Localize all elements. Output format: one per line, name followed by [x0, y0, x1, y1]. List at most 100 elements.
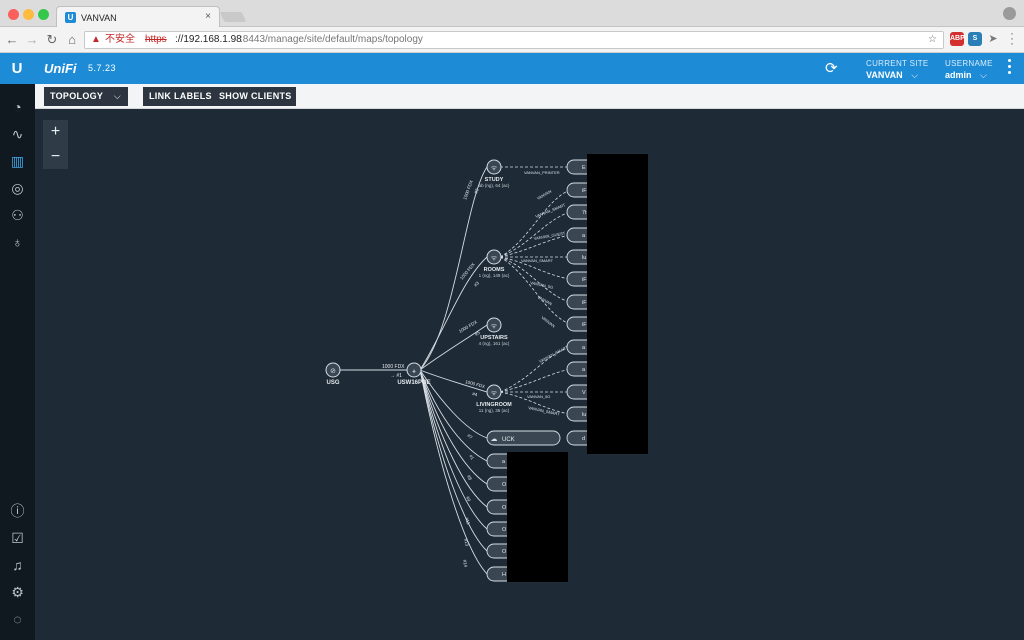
reload-icon[interactable]: ↻ [44, 32, 60, 48]
adblock-extension-icon[interactable]: ABP [950, 32, 965, 46]
zoom-in-button[interactable]: + [43, 120, 68, 144]
browser-menu-icon[interactable]: · · · [1008, 27, 1016, 49]
new-tab-button[interactable] [219, 12, 247, 22]
current-site-value: VANVAN [866, 70, 903, 80]
chevron-down-icon: ⌵ [911, 70, 919, 80]
unifi-favicon-icon: U [65, 12, 76, 23]
svg-text:E: E [582, 165, 586, 171]
ssid-label: VANVAN_5G [530, 280, 554, 290]
svg-text:ᯤ: ᯤ [491, 389, 498, 397]
toolbar-toggle-group: LINK LABELS SHOW CLIENTS [143, 87, 296, 106]
map-icon[interactable]: ▥ [0, 148, 35, 174]
bookmark-star-icon[interactable]: ☆ [928, 32, 937, 48]
clients-icon[interactable]: ⚇ [0, 202, 35, 228]
devices-icon[interactable]: ◎ [0, 175, 35, 201]
wired-link [419, 369, 488, 508]
show-clients-button[interactable]: SHOW CLIENTS [219, 87, 292, 106]
insecure-label: 不安全 [105, 34, 135, 45]
uck-node[interactable]: ☁ UCK [486, 430, 561, 446]
ssid-label: VANVAN_SMART [538, 344, 569, 364]
url-field[interactable]: ▲ 不安全 https ://192.168.1.98 :8443/manage… [84, 31, 944, 49]
alerts-icon[interactable]: ♫ [0, 552, 35, 578]
forward-arrow-icon[interactable]: → [24, 32, 40, 48]
browser-tab[interactable]: U VANVAN × [56, 6, 220, 28]
usg-node[interactable]: ⊘ USG [325, 362, 341, 386]
redaction-block [507, 452, 568, 582]
port-label: #11 [464, 517, 471, 526]
ubiquiti-logo-icon[interactable]: U [8, 60, 26, 78]
chevron-down-icon: ⌵ [113, 91, 121, 101]
zoom-out-button[interactable]: − [43, 145, 68, 169]
ssid-label: VANVAN [540, 315, 556, 329]
link-speed-label: 1000 FDX [459, 262, 476, 281]
wireless-line [499, 256, 571, 303]
map-toolbar: TOPOLOGY ⌵ LINK LABELS SHOW CLIENTS [35, 84, 1024, 109]
svg-text:ᯤ: ᯤ [491, 164, 498, 172]
link-port-label: #4 [472, 391, 479, 397]
svg-text:⚹: ⚹ [412, 368, 416, 375]
ap-stats: 11 (ng), 36 (ac) [479, 408, 510, 413]
port-label: #8 [466, 474, 473, 481]
svg-text:☁: ☁ [491, 435, 498, 443]
zoom-controls: + − [43, 120, 68, 169]
insights-icon[interactable]: ♁ [0, 229, 35, 255]
ap-stats: 4 (ng), 161 (ac) [479, 341, 510, 346]
port-label: #13 [463, 538, 470, 547]
current-site-label: CURRENT SITE [866, 59, 929, 68]
uplink-port-label: → #1 [390, 373, 402, 379]
link-speed-label: 1000 FDX [465, 379, 486, 389]
tab-close-icon[interactable]: × [205, 11, 211, 22]
send-extension-icon[interactable]: ➤ [986, 32, 1000, 46]
address-toolbar: ← → ↻ ⌂ ▲ 不安全 https ://192.168.1.98 :844… [0, 27, 1024, 53]
home-icon[interactable]: ⌂ [64, 32, 80, 48]
tasks-icon[interactable]: ☑ [0, 525, 35, 551]
minimize-window-button[interactable] [23, 9, 34, 20]
uplink-speed-label: 1000 FDX [382, 364, 405, 370]
tab-title: VANVAN [81, 13, 117, 23]
ssid-label: VANVAN_SMART [521, 258, 554, 263]
ssid-label: VANVAN [537, 294, 553, 306]
refresh-icon[interactable]: ⟳ [825, 59, 838, 77]
current-site-selector[interactable]: VANVAN ⌵ [866, 70, 918, 81]
switch-label: USW16POE [397, 380, 430, 386]
wireless-line [499, 368, 571, 393]
wireless-line [499, 189, 571, 258]
dashboard-icon[interactable]: ◔ [0, 94, 35, 120]
url-path: :8443/manage/site/default/maps/topology [240, 34, 423, 45]
ap-node-upstairs[interactable]: ᯤ UPSTAIRS 4 (ng), 161 (ac) [479, 317, 510, 346]
svg-text:H: H [502, 572, 506, 578]
statistics-icon[interactable]: ∿ [0, 121, 35, 147]
username-label: USERNAME [945, 59, 993, 68]
svg-text:V: V [582, 390, 586, 396]
link-port-label: #2 [473, 187, 480, 194]
more-options-icon[interactable] [1008, 59, 1012, 77]
port-label: #14 [462, 559, 469, 568]
ssid-label: VANVAN_SMART [535, 202, 567, 219]
usg-label: USG [326, 380, 339, 386]
ssid-label: VANVAN [536, 189, 552, 201]
svg-text:⊘: ⊘ [330, 367, 336, 375]
port-label: #1 [468, 454, 475, 461]
rooms-link [419, 256, 488, 371]
username-selector[interactable]: admin ⌵ [945, 70, 987, 81]
topology-dropdown[interactable]: TOPOLOGY ⌵ [44, 87, 128, 106]
back-arrow-icon[interactable]: ← [4, 32, 20, 48]
browser-tab-bar: U VANVAN × [0, 0, 1024, 28]
profile-icon[interactable] [1003, 7, 1016, 20]
link-labels-button[interactable]: LINK LABELS [149, 87, 212, 106]
settings-icon[interactable]: ⚙ [0, 579, 35, 605]
close-window-button[interactable] [8, 9, 19, 20]
svg-text:ᯤ: ᯤ [491, 322, 498, 330]
port-label: #7 [466, 433, 473, 440]
topology-label: TOPOLOGY [50, 91, 104, 101]
extension-icon[interactable]: S [968, 32, 982, 46]
sidebar: ◔ ∿ ▥ ◎ ⚇ ♁ ⓘ ☑ ♫ ⚙ ◌ [0, 84, 35, 640]
warning-icon: ▲ [91, 34, 101, 45]
url-host: ://192.168.1.98 [175, 34, 242, 45]
url-scheme: https [145, 34, 167, 45]
zoom-window-button[interactable] [38, 9, 49, 20]
svg-text:ᯤ: ᯤ [491, 254, 498, 262]
chat-icon[interactable]: ◌ [0, 606, 35, 632]
info-icon[interactable]: ⓘ [0, 498, 35, 524]
link-port-label: #3 [473, 280, 480, 287]
